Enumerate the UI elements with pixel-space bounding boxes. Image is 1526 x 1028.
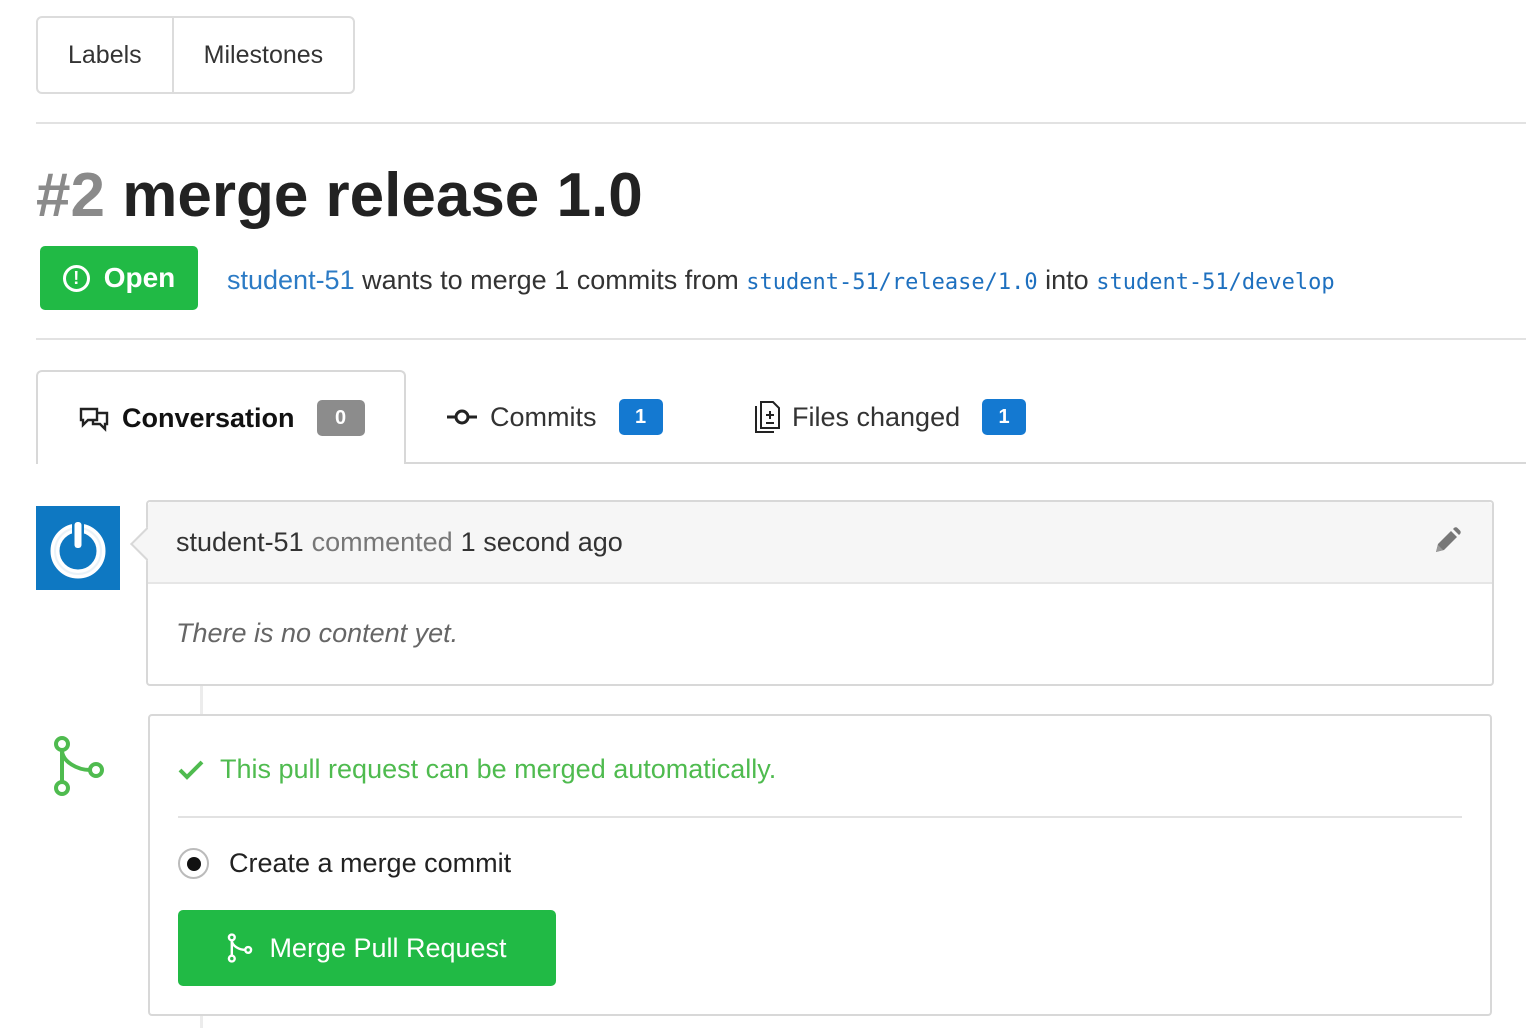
- tab-files-changed[interactable]: Files changed 1: [754, 370, 1027, 464]
- labels-milestones-group: Labels Milestones: [36, 16, 356, 94]
- tab-conversation-count: 0: [316, 400, 365, 436]
- tab-conversation[interactable]: Conversation 0: [36, 370, 406, 464]
- pull-request-page: Labels Milestones #2 merge release 1.0 !…: [0, 0, 1526, 1028]
- power-logo-icon: [50, 520, 106, 579]
- merge-style-label: Create a merge commit: [229, 848, 512, 878]
- tab-commits-count: 1: [618, 399, 663, 435]
- merge-style-radio[interactable]: Create a merge commit: [178, 848, 511, 879]
- merge-pull-request-button[interactable]: Merge Pull Request: [178, 910, 556, 986]
- merge-text: wants to merge 1 commits from: [362, 265, 739, 295]
- divider: [36, 122, 1526, 124]
- page-title: #2 merge release 1.0: [36, 158, 643, 234]
- comment-verb: commented: [311, 526, 453, 557]
- comment-box: student-51 commented 1 second ago There …: [146, 500, 1494, 686]
- check-icon: [178, 760, 204, 780]
- author-link[interactable]: student-51: [227, 265, 355, 295]
- radio-button[interactable]: [178, 848, 209, 879]
- labels-button[interactable]: Labels: [38, 18, 172, 92]
- file-diff-icon: [754, 400, 780, 434]
- merge-status: This pull request can be merged automati…: [178, 754, 776, 785]
- status-label: Open: [103, 262, 176, 293]
- comment-body: There is no content yet.: [176, 618, 459, 648]
- merge-icon: [52, 736, 106, 801]
- pr-title: merge release 1.0: [122, 161, 643, 230]
- tab-commits-label: Commits: [490, 401, 597, 432]
- merge-text-into: into: [1045, 265, 1089, 295]
- head-branch-link[interactable]: student-51/release/1.0: [746, 270, 1037, 295]
- tab-files-label: Files changed: [792, 401, 961, 432]
- status-badge: ! Open: [40, 246, 198, 310]
- merge-summary: student-51 wants to merge 1 commits from…: [227, 262, 1335, 301]
- merge-button-label: Merge Pull Request: [269, 932, 507, 963]
- merge-icon: [228, 933, 253, 963]
- tab-commits[interactable]: Commits 1: [446, 370, 663, 464]
- tab-conversation-label: Conversation: [122, 402, 295, 433]
- pr-number: #2: [36, 161, 105, 230]
- comment-time: 1 second ago: [460, 526, 623, 557]
- divider: [178, 816, 1462, 818]
- milestones-button[interactable]: Milestones: [171, 18, 354, 92]
- avatar[interactable]: [36, 506, 120, 590]
- comment-header: student-51 commented 1 second ago: [148, 502, 1492, 584]
- divider: [36, 338, 1526, 340]
- alert-circle-icon: !: [62, 264, 90, 292]
- tab-files-count: 1: [982, 399, 1027, 435]
- base-branch-link[interactable]: student-51/develop: [1096, 270, 1334, 295]
- comment-author-link[interactable]: student-51: [176, 527, 304, 558]
- merge-status-text: This pull request can be merged automati…: [220, 754, 777, 784]
- merge-panel: This pull request can be merged automati…: [148, 714, 1492, 1016]
- commit-icon: [446, 407, 478, 427]
- conversation-icon: [78, 404, 110, 432]
- pencil-icon[interactable]: [1432, 526, 1462, 563]
